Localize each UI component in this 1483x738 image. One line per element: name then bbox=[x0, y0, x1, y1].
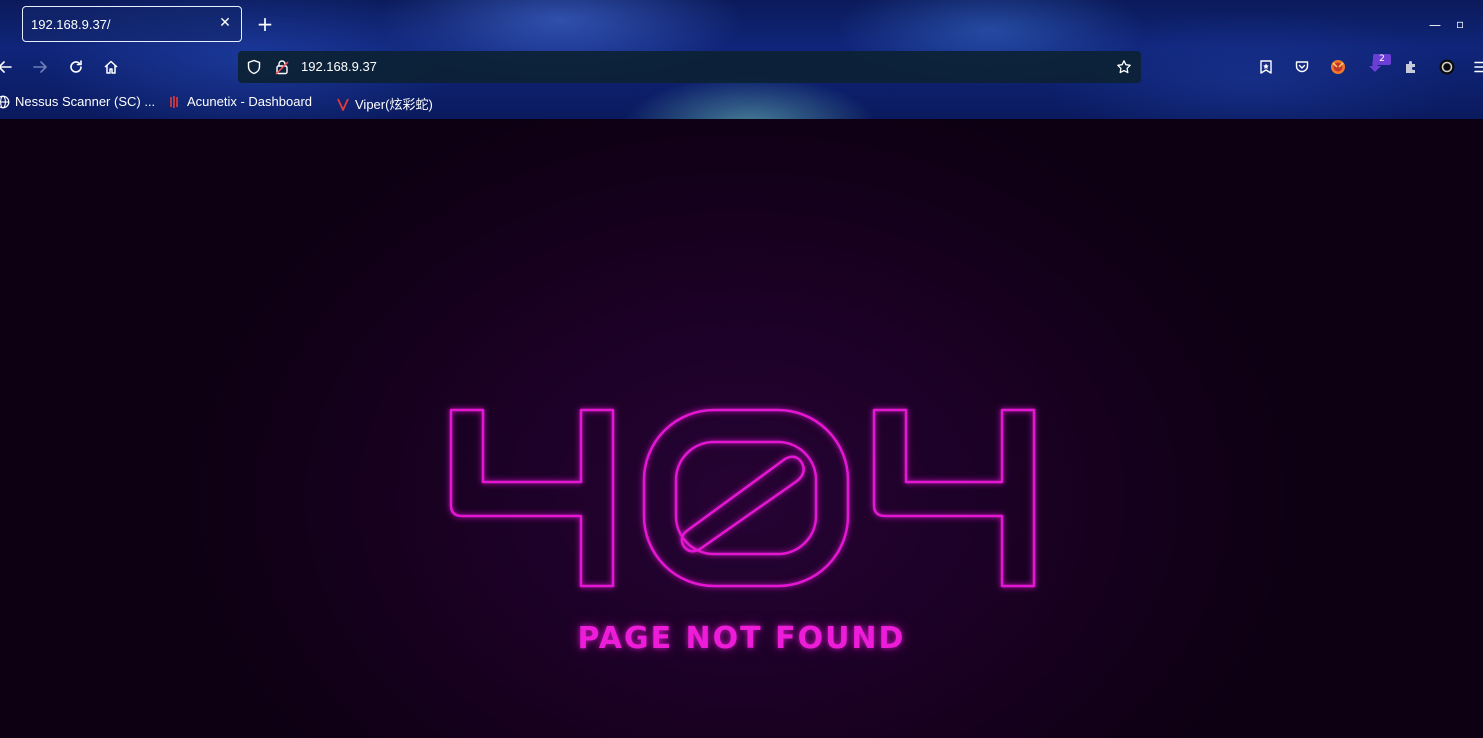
acunetix-icon bbox=[168, 95, 182, 109]
extension-badge: 2 bbox=[1373, 54, 1391, 65]
bookmark-label: Nessus Scanner (SC) ... bbox=[15, 94, 156, 109]
insecure-lock-icon[interactable] bbox=[273, 58, 291, 76]
neon-404-heading: 404 bbox=[449, 408, 1036, 588]
bookmark-viper[interactable]: Viper(炫彩蛇) bbox=[336, 94, 433, 113]
extension-fox-icon[interactable] bbox=[1327, 56, 1349, 78]
home-icon[interactable] bbox=[100, 56, 122, 78]
browser-chrome: 192.168.9.37/ ✕ + — ▫ 192.168.9.37 2 Nes… bbox=[0, 0, 1483, 119]
tab-active[interactable]: 192.168.9.37/ ✕ bbox=[22, 6, 242, 42]
shield-icon[interactable] bbox=[245, 58, 263, 76]
tab-title: 192.168.9.37/ bbox=[31, 17, 111, 32]
bookmark-label: Acunetix - Dashboard bbox=[187, 94, 313, 109]
reload-icon[interactable] bbox=[65, 56, 87, 78]
bookmark-star-list-icon[interactable] bbox=[1255, 56, 1277, 78]
digit-four-right bbox=[872, 408, 1036, 588]
pocket-icon[interactable] bbox=[1291, 56, 1313, 78]
page-content: 404 PAGE NOT FOUND bbox=[0, 119, 1483, 738]
viper-icon bbox=[336, 97, 350, 111]
menu-icon[interactable] bbox=[1470, 56, 1483, 78]
bookmark-acunetix[interactable]: Acunetix - Dashboard bbox=[168, 94, 312, 109]
bookmark-nessus[interactable]: Nessus Scanner (SC) ... bbox=[0, 94, 155, 109]
bookmarks-bar: Nessus Scanner (SC) ... Acunetix - Dashb… bbox=[0, 92, 1483, 114]
digit-zero-outer bbox=[642, 408, 850, 588]
digit-four-left bbox=[449, 408, 615, 588]
digit-zero-slash bbox=[680, 455, 805, 553]
minimize-button[interactable]: — bbox=[1429, 18, 1441, 32]
digit-zero-inner bbox=[674, 440, 818, 556]
star-icon[interactable] bbox=[1115, 58, 1133, 76]
globe-icon bbox=[0, 95, 10, 109]
bookmark-label: Viper(炫彩蛇) bbox=[355, 97, 433, 112]
arrow-left-icon[interactable] bbox=[0, 56, 16, 78]
plus-icon[interactable]: + bbox=[255, 14, 275, 34]
arrow-right-icon[interactable] bbox=[29, 56, 51, 78]
circle-extension-icon[interactable] bbox=[1436, 56, 1458, 78]
close-icon[interactable]: ✕ bbox=[217, 15, 233, 31]
url-text[interactable]: 192.168.9.37 bbox=[301, 59, 377, 74]
page-not-found-message: PAGE NOT FOUND bbox=[577, 621, 906, 656]
maximize-button[interactable]: ▫ bbox=[1456, 17, 1464, 31]
url-bar[interactable]: 192.168.9.37 bbox=[238, 51, 1141, 83]
puzzle-icon[interactable] bbox=[1400, 56, 1422, 78]
